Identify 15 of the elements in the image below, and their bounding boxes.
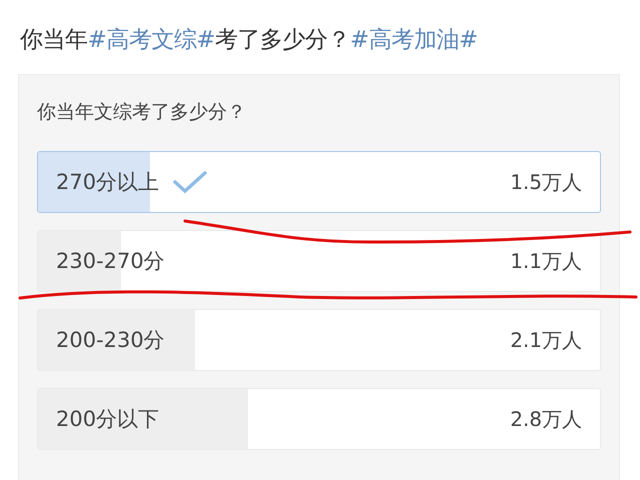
option-label: 200分以下: [56, 406, 160, 433]
poll-option[interactable]: 270分以上 1.5万人: [37, 151, 601, 213]
post-text: 你当年#高考文综#考了多少分？#高考加油#: [20, 26, 478, 55]
option-label: 200-230分: [56, 327, 165, 354]
vote-count: 1.1万人: [510, 248, 582, 274]
poll-option[interactable]: 230-270分 1.1万人: [37, 230, 601, 292]
vote-count: 2.8万人: [510, 406, 582, 432]
poll-option[interactable]: 200分以下 2.8万人: [37, 388, 601, 450]
check-icon: [173, 170, 208, 194]
option-label: 270分以上: [56, 169, 160, 196]
vote-count: 1.5万人: [510, 168, 582, 196]
poll-option[interactable]: 200-230分 2.1万人: [37, 309, 601, 371]
vote-count: 2.1万人: [510, 326, 582, 354]
option-label: 230-270分: [56, 248, 165, 275]
poll-question: 你当年文综考了多少分？: [37, 100, 247, 125]
